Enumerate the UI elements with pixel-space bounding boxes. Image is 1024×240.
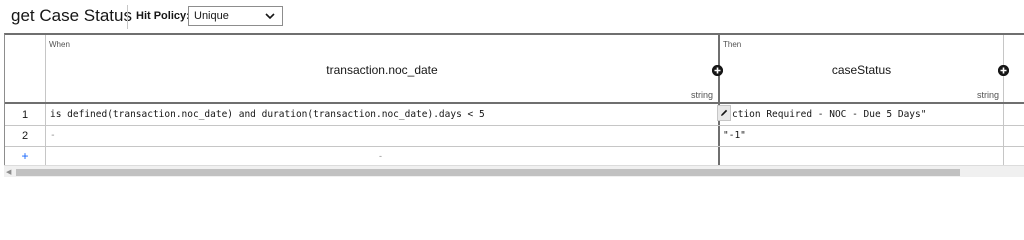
row-number-column-divider <box>45 35 46 167</box>
row-number[interactable]: 1 <box>7 109 43 121</box>
title-divider <box>127 5 128 29</box>
decision-title[interactable]: get Case Status <box>11 5 132 27</box>
edit-cell-button[interactable] <box>717 105 731 121</box>
output-column-right-border <box>1003 35 1004 167</box>
scroll-left-icon[interactable]: ◀ <box>6 168 11 176</box>
plus-circle-icon <box>998 65 1009 76</box>
input-entry-cell[interactable]: - <box>50 130 56 141</box>
hit-policy-label: Hit Policy: <box>136 10 190 22</box>
input-column-header[interactable]: transaction.noc_date <box>46 63 718 77</box>
input-column-type: string <box>691 90 714 100</box>
row-1-border <box>5 125 1024 126</box>
add-input-column-button[interactable] <box>712 65 723 76</box>
decision-table: When Then transaction.noc_date caseStatu… <box>4 33 1024 177</box>
header-bottom-border <box>5 102 1024 104</box>
output-column-type: string <box>977 90 1000 100</box>
output-section-label: Then <box>723 40 742 49</box>
input-section-label: When <box>49 40 70 49</box>
input-entry-cell[interactable]: is defined(transaction.noc_date) and dur… <box>50 109 710 120</box>
chevron-down-icon <box>265 13 275 20</box>
row-number[interactable]: 2 <box>7 130 43 142</box>
plus-circle-icon <box>712 65 723 76</box>
row-2-border <box>5 146 1024 147</box>
scrollbar-thumb[interactable] <box>16 169 960 176</box>
pencil-icon <box>721 109 728 116</box>
output-entry-cell[interactable]: "-1" <box>723 130 746 141</box>
add-output-column-button[interactable] <box>998 65 1009 76</box>
add-row-button[interactable]: + <box>7 149 43 163</box>
input-output-divider <box>718 35 720 167</box>
hit-policy-select[interactable]: Unique <box>188 6 283 26</box>
horizontal-scrollbar[interactable]: ◀ <box>4 165 1024 177</box>
output-entry-cell[interactable]: ction Required - NOC - Due 5 Days" <box>732 109 1000 120</box>
new-row-placeholder: - <box>379 151 382 161</box>
output-column-header[interactable]: caseStatus <box>720 63 1003 77</box>
hit-policy-value: Unique <box>194 10 229 22</box>
